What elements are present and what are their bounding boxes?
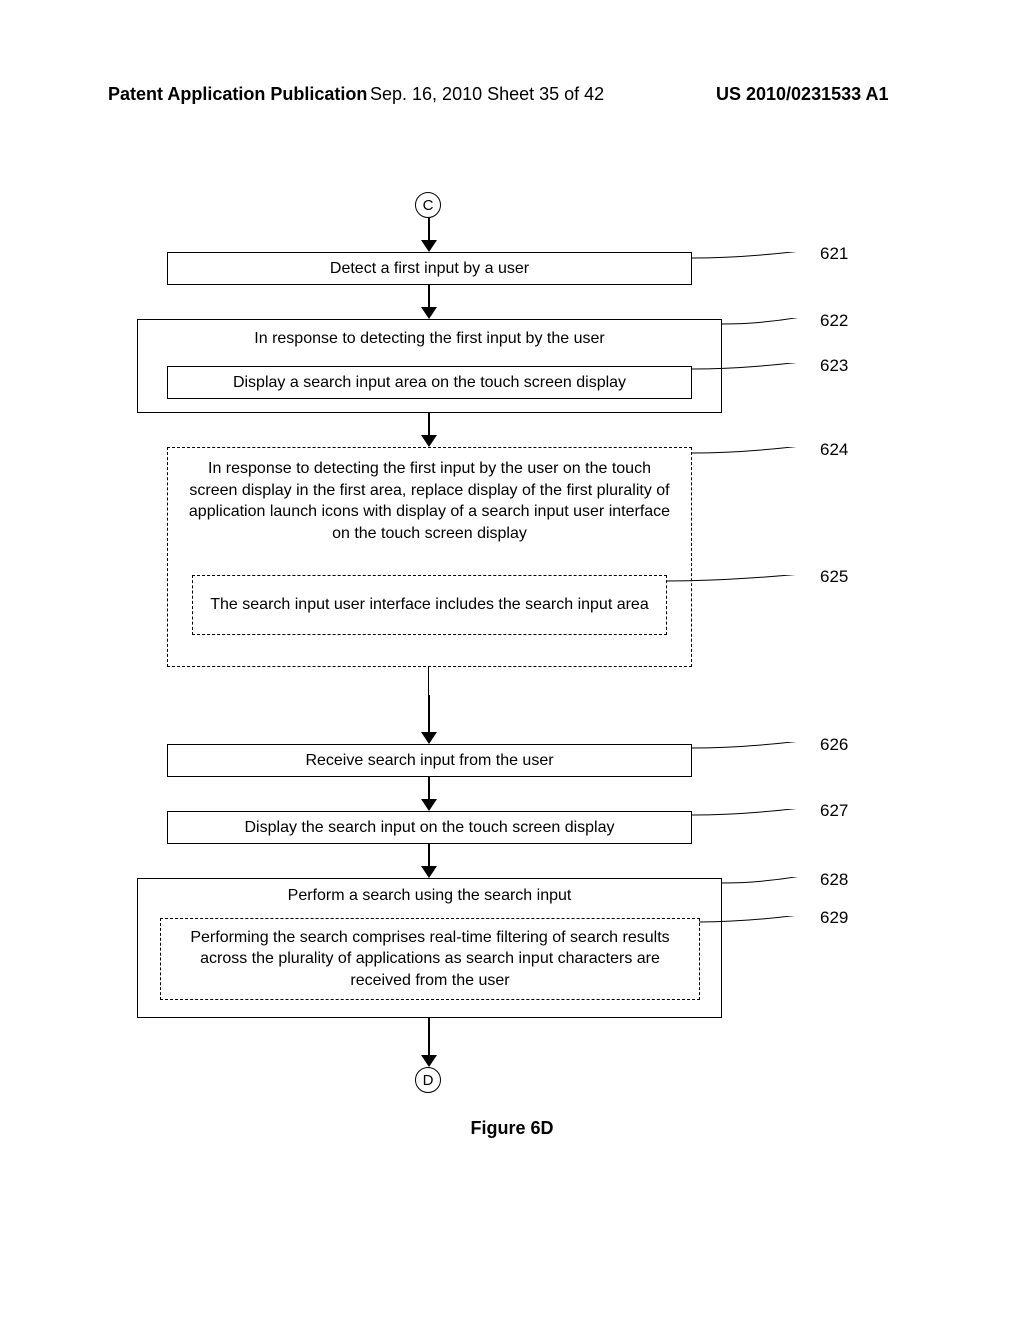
step-621-text: Detect a first input by a user bbox=[330, 258, 529, 280]
ref-626: 626 bbox=[820, 735, 848, 755]
step-627-box: Display the search input on the touch sc… bbox=[167, 811, 692, 844]
step-621-box: Detect a first input by a user bbox=[167, 252, 692, 285]
header-sheet-info: Sep. 16, 2010 Sheet 35 of 42 bbox=[370, 84, 604, 105]
leader-line-icon bbox=[691, 809, 831, 829]
arrow-head-icon bbox=[421, 866, 437, 878]
arrow-head-icon bbox=[421, 799, 437, 811]
step-625-box: The search input user interface includes… bbox=[192, 575, 667, 635]
ref-624: 624 bbox=[820, 440, 848, 460]
leader-line-icon bbox=[721, 877, 831, 897]
connector-c-label: C bbox=[423, 197, 434, 214]
step-626-text: Receive search input from the user bbox=[305, 750, 553, 772]
ref-623: 623 bbox=[820, 356, 848, 376]
connector-d: D bbox=[415, 1067, 441, 1093]
step-627-text: Display the search input on the touch sc… bbox=[245, 817, 615, 839]
step-622-text: In response to detecting the first input… bbox=[146, 328, 713, 350]
ref-627: 627 bbox=[820, 801, 848, 821]
connector-d-label: D bbox=[423, 1072, 434, 1089]
ref-628: 628 bbox=[820, 870, 848, 890]
ref-625: 625 bbox=[820, 567, 848, 587]
arrow-head-icon bbox=[421, 307, 437, 319]
step-623-text: Display a search input area on the touch… bbox=[233, 372, 626, 394]
figure-caption: Figure 6D bbox=[0, 1118, 1024, 1139]
leader-line-icon bbox=[666, 575, 826, 595]
connector-c: C bbox=[415, 192, 441, 218]
step-626-box: Receive search input from the user bbox=[167, 744, 692, 777]
leader-line-icon bbox=[691, 742, 831, 762]
leader-line-icon bbox=[691, 447, 831, 467]
leader-line-icon bbox=[691, 363, 831, 383]
arrow-head-icon bbox=[421, 240, 437, 252]
step-625-text: The search input user interface includes… bbox=[210, 594, 648, 616]
leader-line-icon bbox=[691, 252, 831, 272]
page: Patent Application Publication Sep. 16, … bbox=[0, 0, 1024, 1320]
arrow-line bbox=[428, 695, 430, 735]
arrow-head-icon bbox=[421, 435, 437, 447]
step-629-box: Performing the search comprises real-tim… bbox=[160, 918, 700, 1000]
ref-621: 621 bbox=[820, 244, 848, 264]
ref-622: 622 bbox=[820, 311, 848, 331]
step-628-text: Perform a search using the search input bbox=[146, 885, 713, 907]
leader-line-icon bbox=[699, 916, 829, 936]
ref-629: 629 bbox=[820, 908, 848, 928]
header-publication-number: US 2010/0231533 A1 bbox=[716, 84, 888, 105]
arrow-head-icon bbox=[421, 732, 437, 744]
arrow-head-icon bbox=[421, 1055, 437, 1067]
arrow-line bbox=[428, 1018, 430, 1058]
step-624-text: In response to detecting the first input… bbox=[184, 458, 675, 544]
step-623-box: Display a search input area on the touch… bbox=[167, 366, 692, 399]
step-629-text: Performing the search comprises real-tim… bbox=[169, 927, 691, 992]
header-publication-label: Patent Application Publication bbox=[108, 84, 367, 105]
leader-line-icon bbox=[721, 318, 831, 338]
